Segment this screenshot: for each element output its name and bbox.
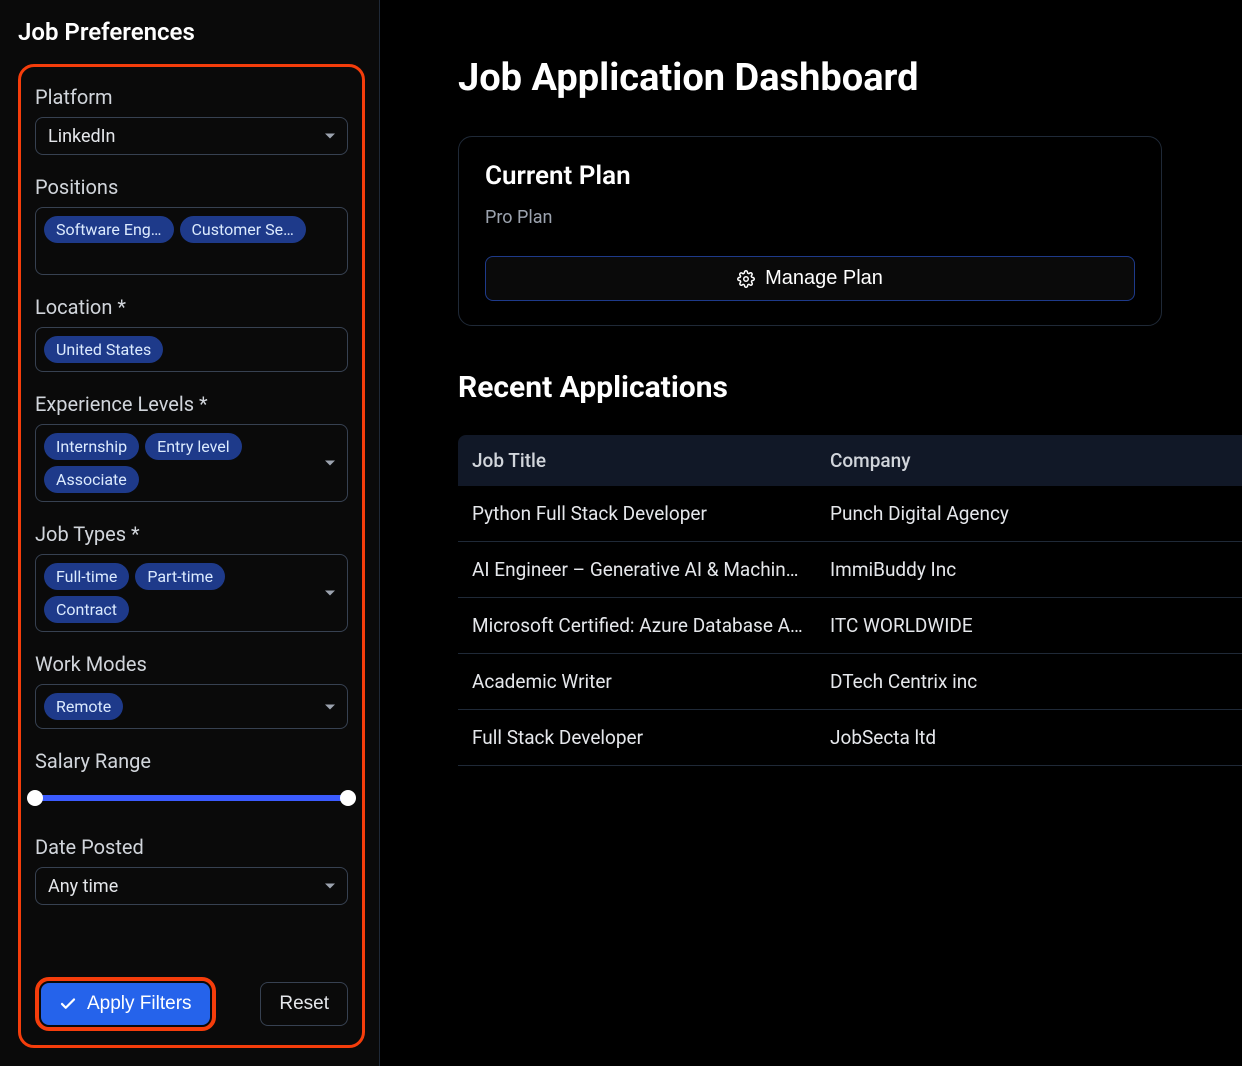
date-posted-field: Date Posted Any time xyxy=(35,835,348,905)
check-icon xyxy=(59,995,77,1013)
sidebar-title: Job Preferences xyxy=(18,18,365,46)
cell-company: ImmiBuddy Inc xyxy=(818,542,1242,598)
date-posted-value: Any time xyxy=(48,876,118,897)
chevron-down-icon xyxy=(325,461,335,466)
manage-plan-button[interactable]: Manage Plan xyxy=(485,256,1135,301)
experience-chipbox[interactable]: InternshipEntry levelAssociate xyxy=(35,424,348,502)
chip[interactable]: Software Eng… xyxy=(44,216,174,243)
current-plan-card: Current Plan Pro Plan Manage Plan xyxy=(458,136,1162,326)
page-title: Job Application Dashboard xyxy=(458,56,1242,100)
platform-field: Platform LinkedIn xyxy=(35,85,348,155)
chip[interactable]: Entry level xyxy=(145,433,242,460)
location-field: Location * United States xyxy=(35,295,348,372)
table-header-job-title: Job Title xyxy=(458,435,818,486)
cell-company: ITC WORLDWIDE xyxy=(818,598,1242,654)
table-row[interactable]: Full Stack DeveloperJobSecta ltd xyxy=(458,710,1242,766)
chevron-down-icon xyxy=(325,134,335,139)
chip[interactable]: Internship xyxy=(44,433,139,460)
location-chipbox[interactable]: United States xyxy=(35,327,348,372)
chip[interactable]: Remote xyxy=(44,693,123,720)
apply-filters-label: Apply Filters xyxy=(87,993,192,1015)
slider-thumb-min[interactable] xyxy=(27,790,43,806)
platform-value: LinkedIn xyxy=(48,126,116,147)
cell-job-title: Microsoft Certified: Azure Database A… xyxy=(458,598,818,654)
experience-field: Experience Levels * InternshipEntry leve… xyxy=(35,392,348,502)
platform-select[interactable]: LinkedIn xyxy=(35,117,348,155)
table-row[interactable]: Academic WriterDTech Centrix inc xyxy=(458,654,1242,710)
recent-applications-heading: Recent Applications xyxy=(458,370,1242,405)
date-posted-label: Date Posted xyxy=(35,835,348,859)
chip[interactable]: Full-time xyxy=(44,563,129,590)
cell-job-title: Academic Writer xyxy=(458,654,818,710)
job-types-chipbox[interactable]: Full-timePart-timeContract xyxy=(35,554,348,632)
salary-label: Salary Range xyxy=(35,749,348,773)
cell-job-title: AI Engineer – Generative AI & Machine … xyxy=(458,542,818,598)
apply-filters-button[interactable]: Apply Filters xyxy=(41,983,210,1025)
cell-company: JobSecta ltd xyxy=(818,710,1242,766)
location-label: Location * xyxy=(35,295,348,319)
slider-thumb-max[interactable] xyxy=(340,790,356,806)
recent-applications-table: Job Title Company Python Full Stack Deve… xyxy=(458,435,1242,766)
main-content: Job Application Dashboard Current Plan P… xyxy=(380,0,1242,1066)
positions-chipbox[interactable]: Software Eng…Customer Se… xyxy=(35,207,348,275)
cell-company: DTech Centrix inc xyxy=(818,654,1242,710)
table-row[interactable]: Microsoft Certified: Azure Database A…IT… xyxy=(458,598,1242,654)
reset-button[interactable]: Reset xyxy=(260,982,348,1026)
work-modes-chipbox[interactable]: Remote xyxy=(35,684,348,729)
chevron-down-icon xyxy=(325,591,335,596)
filter-button-row: Apply Filters Reset xyxy=(35,977,348,1031)
apply-filters-highlight: Apply Filters xyxy=(35,977,216,1031)
current-plan-heading: Current Plan xyxy=(485,161,1135,191)
positions-field: Positions Software Eng…Customer Se… xyxy=(35,175,348,275)
work-modes-label: Work Modes xyxy=(35,652,348,676)
chip[interactable]: United States xyxy=(44,336,163,363)
gear-icon xyxy=(737,270,755,288)
salary-field: Salary Range xyxy=(35,749,348,815)
cell-job-title: Full Stack Developer xyxy=(458,710,818,766)
chevron-down-icon xyxy=(325,884,335,889)
table-header-company: Company xyxy=(818,435,1242,486)
sidebar: Job Preferences Platform LinkedIn Positi… xyxy=(0,0,380,1066)
reset-label: Reset xyxy=(279,993,329,1014)
recent-applications-tbody: Python Full Stack DeveloperPunch Digital… xyxy=(458,486,1242,766)
cell-company: Punch Digital Agency xyxy=(818,486,1242,542)
chip[interactable]: Contract xyxy=(44,596,129,623)
filters-highlight-box: Platform LinkedIn Positions Software Eng… xyxy=(18,64,365,1048)
cell-job-title: Python Full Stack Developer xyxy=(458,486,818,542)
work-modes-field: Work Modes Remote xyxy=(35,652,348,729)
platform-label: Platform xyxy=(35,85,348,109)
chip[interactable]: Associate xyxy=(44,466,139,493)
table-row[interactable]: Python Full Stack DeveloperPunch Digital… xyxy=(458,486,1242,542)
job-types-field: Job Types * Full-timePart-timeContract xyxy=(35,522,348,632)
chip[interactable]: Part-time xyxy=(135,563,225,590)
manage-plan-label: Manage Plan xyxy=(765,267,883,290)
salary-slider[interactable] xyxy=(35,795,348,801)
experience-label: Experience Levels * xyxy=(35,392,348,416)
chip[interactable]: Customer Se… xyxy=(180,216,306,243)
positions-label: Positions xyxy=(35,175,348,199)
job-types-label: Job Types * xyxy=(35,522,348,546)
date-posted-select[interactable]: Any time xyxy=(35,867,348,905)
chevron-down-icon xyxy=(325,704,335,709)
current-plan-name: Pro Plan xyxy=(485,207,1135,228)
table-row[interactable]: AI Engineer – Generative AI & Machine …I… xyxy=(458,542,1242,598)
